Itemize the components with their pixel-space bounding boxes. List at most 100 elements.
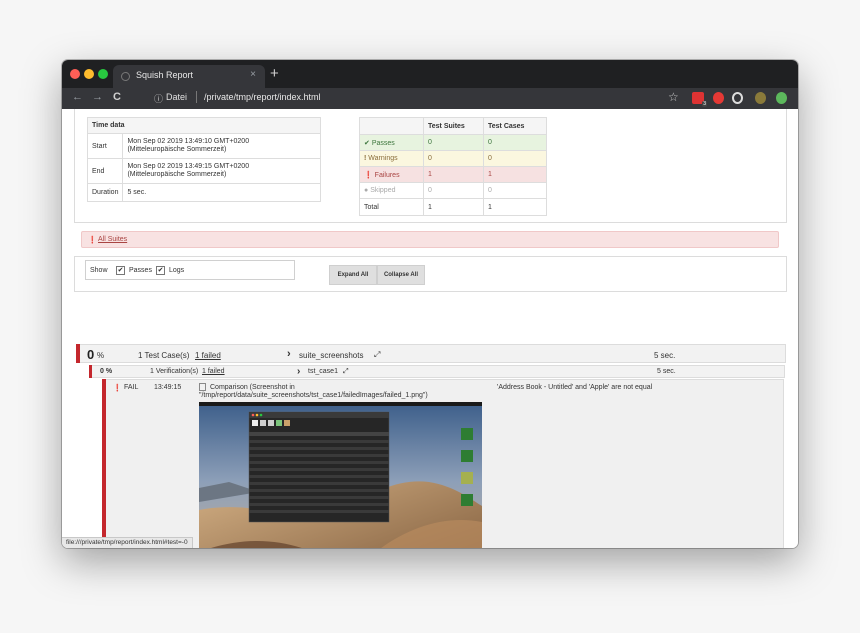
url-divider [196, 91, 197, 103]
warnings-label: Warnings [368, 155, 398, 162]
extension-icon[interactable] [713, 92, 724, 104]
start-value: Mon Sep 02 2019 13:49:10 GMT+0200 [127, 138, 250, 145]
time-data-table: Time data Start Mon Sep 02 2019 13:49:10… [86, 117, 321, 202]
fail-indicator [76, 344, 80, 363]
time-data-header: Time data [87, 117, 321, 134]
total-cases: 1 [483, 198, 547, 216]
tab-title: Squish Report [136, 70, 194, 80]
logs-checkbox-label: Logs [169, 267, 185, 274]
browser-window: Squish Report × + ← → C ⓘ Datei /private… [62, 60, 798, 548]
minimize-window-button[interactable] [84, 69, 94, 79]
skipped-cases: 0 [483, 182, 547, 199]
chevron-right-icon: › [287, 348, 291, 360]
expand-all-button[interactable]: Expand All [329, 265, 377, 285]
skipped-label: Skipped [370, 187, 396, 194]
failures-suites: 1 [423, 166, 484, 183]
case-failed-link[interactable]: 1 failed [202, 368, 225, 375]
exclamation-circle-icon: ❗ [113, 385, 122, 392]
passes-label: Passes [371, 139, 395, 147]
suite-case-count: 1 Test Case(s) [138, 351, 190, 360]
failed-screenshot[interactable] [199, 402, 482, 548]
logs-checkbox[interactable]: ✔ [156, 266, 165, 275]
document-icon [199, 383, 206, 391]
suite-percent: 0 [87, 347, 95, 362]
fail-description: Comparison (Screenshot in [210, 384, 295, 391]
reload-icon[interactable]: C [113, 91, 121, 103]
browser-toolbar: ← → C ⓘ Datei /private/tmp/report/index.… [62, 88, 798, 109]
exclamation-circle-icon: ❗ [364, 171, 373, 179]
fail-message: 'Address Book - Untitled' and 'Apple' ar… [497, 384, 653, 391]
exclamation-circle-icon: ❗ [88, 237, 97, 244]
skipped-suites: 0 [423, 182, 484, 199]
duration-value: 5 sec. [122, 183, 321, 202]
test-suites-header: Test Suites [423, 117, 484, 135]
passes-cases: 0 [483, 134, 547, 151]
end-value-tz: (Mitteleuropäische Sommerzeit) [127, 171, 227, 178]
warnings-cases: 0 [483, 150, 547, 167]
back-arrow-icon[interactable]: ← [72, 91, 83, 103]
profile-avatar[interactable] [755, 92, 766, 104]
case-verification-count: 1 Verification(s) [150, 368, 199, 375]
zoom-window-button[interactable] [98, 69, 108, 79]
address-bar[interactable]: /private/tmp/report/index.html [204, 92, 321, 102]
fail-description-path: "/tmp/report/data/suite_screenshots/tst_… [199, 392, 428, 399]
show-filter-box: Show ✔ Passes ✔ Logs [85, 260, 295, 280]
failures-cases: 1 [483, 166, 547, 183]
bookmark-star-icon[interactable]: ☆ [668, 90, 679, 104]
close-window-button[interactable] [70, 69, 80, 79]
extension-badge: 3 [702, 101, 707, 107]
tab-close-icon[interactable]: × [250, 69, 256, 80]
failures-label: Failures [374, 171, 400, 179]
browser-tab[interactable]: Squish Report × [113, 65, 265, 88]
collapse-all-button[interactable]: Collapse All [377, 265, 425, 285]
chevron-right-icon: › [297, 366, 301, 377]
total-suites: 1 [423, 198, 484, 216]
passes-suites: 0 [423, 134, 484, 151]
page-content: Time data Start Mon Sep 02 2019 13:49:10… [62, 109, 798, 548]
start-value-tz: (Mitteleuropäische Sommerzeit) [127, 146, 227, 153]
extension-icon[interactable]: 3 [692, 92, 707, 107]
end-label: End [86, 158, 124, 184]
suite-failed-link[interactable]: 1 failed [195, 351, 221, 360]
expand-icon[interactable]: ⤢ [374, 350, 380, 360]
warnings-suites: 0 [423, 150, 484, 167]
end-value: Mon Sep 02 2019 13:49:15 GMT+0200 [127, 163, 250, 170]
fail-indicator [89, 365, 92, 378]
update-icon[interactable] [776, 92, 787, 104]
case-duration: 5 sec. [657, 368, 676, 375]
show-label: Show [90, 267, 108, 274]
fail-time: 13:49:15 [154, 384, 182, 391]
check-icon: ✔ [364, 139, 370, 147]
skip-circle-icon: ● [364, 187, 369, 194]
url-scheme[interactable]: Datei [166, 92, 187, 102]
passes-checkbox-label: Passes [129, 267, 152, 274]
case-name[interactable]: tst_case1 [308, 368, 338, 375]
status-bar: file:///private/tmp/report/index.html#te… [62, 537, 193, 548]
suite-duration: 5 sec. [654, 351, 676, 360]
suite-row[interactable]: 0 % 1 Test Case(s) 1 failed › suite_scre… [76, 344, 786, 363]
suite-percent-unit: % [97, 351, 105, 360]
total-label: Total [359, 198, 424, 216]
title-bar: Squish Report × + [62, 60, 798, 88]
summary-corner [359, 117, 424, 135]
new-tab-button[interactable]: + [270, 65, 279, 82]
forward-arrow-icon[interactable]: → [92, 91, 103, 103]
results-summary-table: Test Suites Test Cases ✔ Passes 0 0 ! Wa… [359, 117, 547, 216]
fail-indicator [102, 379, 106, 548]
expand-icon[interactable]: ⤢ [343, 368, 349, 376]
start-label: Start [86, 133, 124, 159]
duration-label: Duration [86, 183, 124, 202]
test-case-row[interactable]: 0 % 1 Verification(s) 1 failed › tst_cas… [89, 365, 785, 378]
filter-panel: Show ✔ Passes ✔ Logs Expand All Collapse… [74, 256, 787, 292]
test-cases-header: Test Cases [483, 117, 547, 135]
fail-status: FAIL [124, 384, 139, 391]
info-icon[interactable]: ⓘ [154, 92, 163, 105]
passes-checkbox[interactable]: ✔ [116, 266, 125, 275]
all-suites-link[interactable]: All Suites [98, 236, 127, 243]
extension-icon[interactable] [732, 92, 743, 104]
suite-name[interactable]: suite_screenshots [299, 351, 363, 360]
suites-alert: ❗ All Suites [81, 231, 779, 248]
globe-icon [121, 72, 130, 81]
warning-icon: ! [364, 155, 367, 162]
case-percent: 0 % [100, 368, 113, 375]
